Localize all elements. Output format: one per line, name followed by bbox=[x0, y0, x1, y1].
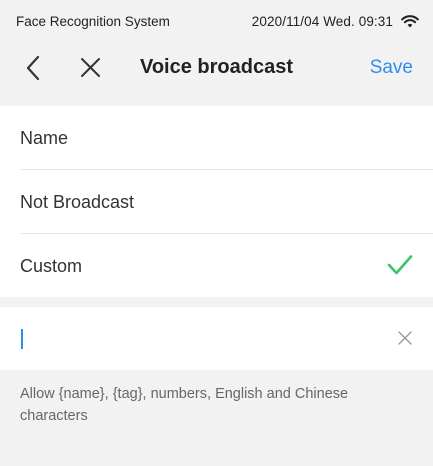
option-label: Custom bbox=[20, 256, 83, 276]
broadcast-options-list: Name Not Broadcast Custom bbox=[0, 106, 433, 297]
wifi-icon bbox=[401, 15, 419, 28]
option-not-broadcast[interactable]: Not Broadcast bbox=[20, 170, 433, 234]
option-name[interactable]: Name bbox=[20, 106, 433, 170]
option-label: Name bbox=[20, 128, 69, 148]
save-button[interactable]: Save bbox=[370, 57, 413, 79]
status-clock: 2020/11/04 Wed. 09:31 bbox=[251, 14, 393, 29]
clear-button[interactable] bbox=[397, 330, 413, 346]
custom-text-field bbox=[0, 307, 433, 370]
app-name: Face Recognition System bbox=[16, 14, 170, 29]
option-label: Not Broadcast bbox=[20, 192, 135, 212]
navigation-bar: Voice broadcast Save bbox=[0, 36, 433, 104]
close-icon bbox=[398, 331, 412, 345]
custom-text-input[interactable] bbox=[20, 324, 360, 352]
text-caret bbox=[21, 329, 23, 349]
option-custom[interactable]: Custom bbox=[20, 234, 433, 297]
input-hint: Allow {name}, {tag}, numbers, English an… bbox=[20, 386, 349, 424]
status-bar: Face Recognition System 2020/11/04 Wed. … bbox=[0, 0, 433, 36]
checkmark-icon bbox=[387, 255, 413, 275]
page-title-text: Voice broadcast bbox=[139, 56, 294, 78]
page-title: Voice broadcast bbox=[0, 56, 433, 79]
